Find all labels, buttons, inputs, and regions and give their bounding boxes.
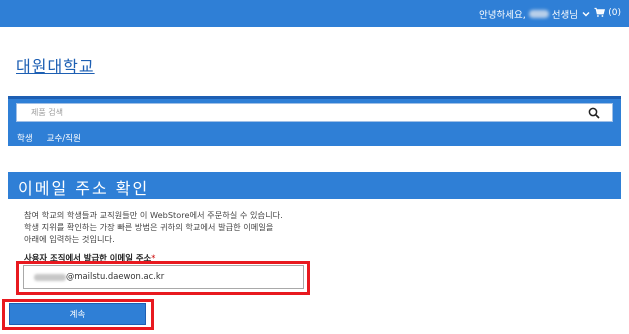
description-line: 참여 학교의 학생들과 교직원들만 이 WebStore에서 주문하실 수 있습… bbox=[24, 210, 283, 220]
page-title: 이메일 주소 확인 bbox=[18, 179, 150, 198]
email-domain-text: @mailstu.daewon.ac.kr bbox=[66, 271, 165, 281]
user-greeting[interactable]: 안녕하세요, 선생님 bbox=[479, 7, 591, 21]
description-line: 학생 지위를 확인하는 가장 빠른 방법은 귀하의 학교에서 발급한 이메일을 bbox=[24, 222, 274, 232]
greeting-prefix: 안녕하세요, bbox=[479, 10, 526, 21]
cart-icon bbox=[594, 7, 606, 17]
description-line: 아래에 입력하는 것입니다. bbox=[24, 234, 115, 244]
chevron-down-icon bbox=[582, 12, 590, 17]
section-header: 이메일 주소 확인 bbox=[8, 172, 621, 199]
top-bar: 안녕하세요, 선생님 (0) bbox=[0, 0, 629, 27]
redacted-user-name bbox=[528, 10, 549, 18]
nav-links: 학생 교수/직원 bbox=[17, 132, 81, 144]
nav-item-faculty-staff[interactable]: 교수/직원 bbox=[47, 132, 81, 144]
navigation-panel: 학생 교수/직원 bbox=[8, 96, 621, 146]
nav-item-students[interactable]: 학생 bbox=[17, 132, 33, 144]
email-field[interactable]: @mailstu.daewon.ac.kr bbox=[23, 265, 304, 289]
brand-link[interactable]: 대원대학교 bbox=[16, 53, 95, 77]
continue-button[interactable]: 계속 bbox=[9, 303, 146, 325]
greeting-suffix: 선생님 bbox=[551, 10, 578, 21]
cart-link[interactable]: (0) bbox=[594, 7, 621, 18]
search-icon[interactable] bbox=[588, 107, 600, 119]
description-text: 참여 학교의 학생들과 교직원들만 이 WebStore에서 주문하실 수 있습… bbox=[24, 209, 384, 245]
redacted-email-user bbox=[34, 274, 66, 281]
search-box bbox=[16, 103, 613, 122]
search-input[interactable] bbox=[17, 104, 612, 121]
cart-count: (0) bbox=[608, 7, 621, 18]
